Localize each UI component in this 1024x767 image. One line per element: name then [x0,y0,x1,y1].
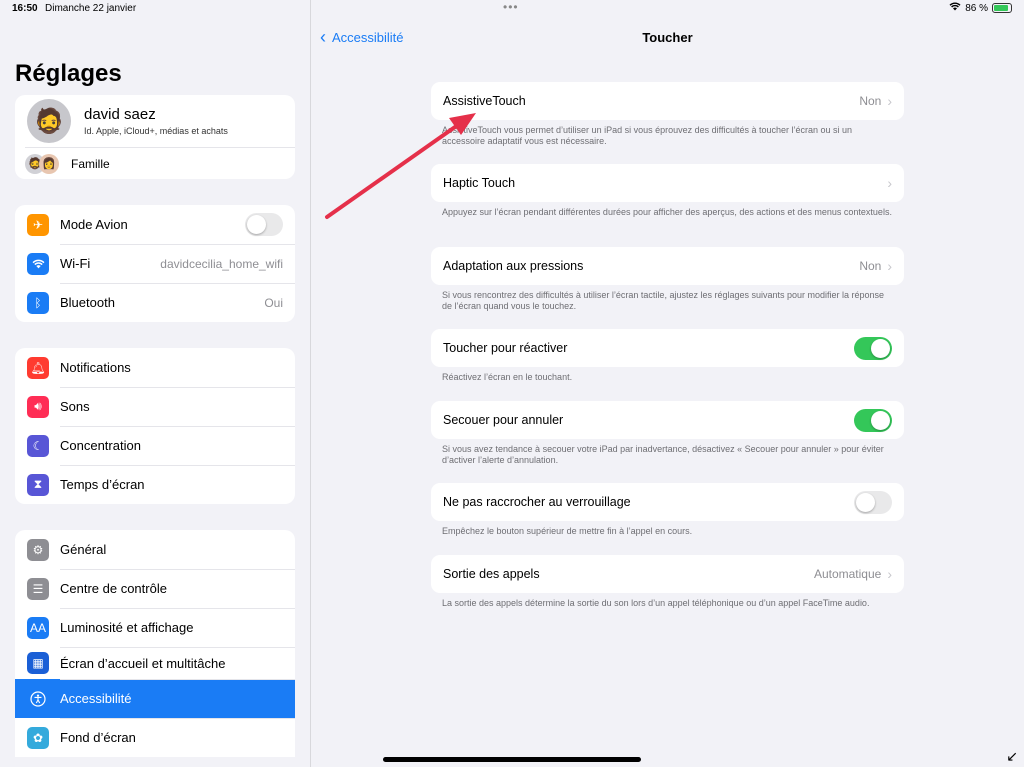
tap-to-wake-note: Réactivez l’écran en le touchant. [442,372,573,382]
shake-to-undo-toggle[interactable] [854,408,892,432]
sidebar-item-label: Notifications [60,360,131,375]
hourglass-icon: ⧗ [27,473,49,496]
sidebar-item-accessibility[interactable]: Accessibilité [15,679,295,718]
sidebar-item-label: Temps d’écran [60,477,145,492]
grid-icon: ▦ [27,652,49,674]
flower-icon: ✿ [27,726,49,749]
sidebar-item-home-screen[interactable]: ▦ Écran d’accueil et multitâche [15,647,295,679]
chevron-right-icon: › [887,566,892,582]
shake-to-undo-row: Secouer pour annuler [431,401,904,439]
wifi-icon [27,252,49,275]
text-size-icon: AA [27,616,49,639]
page-curl-icon: ↙ [1006,748,1018,764]
sidebar-item-label: Fond d’écran [60,730,136,745]
family-avatar: 👩 [39,153,59,174]
cell-label: AssistiveTouch [443,94,526,108]
tap-to-wake-toggle[interactable] [854,336,892,360]
page-title: Toucher [642,30,693,45]
wifi-status-icon [949,2,961,14]
connectivity-group: ✈ Mode Avion Wi-Fi davidcecilia_home_wif… [15,205,295,322]
chevron-right-icon: › [887,175,892,191]
bluetooth-icon: ᛒ [27,291,49,314]
prevent-lock-end-call-toggle[interactable] [854,490,892,514]
sidebar-item-wallpaper[interactable]: ✿ Fond d’écran [15,718,295,757]
general-group: ⚙ Général ☰ Centre de contrôle AA Lumino… [15,530,295,757]
touch-accommodations-note: Si vous rencontrez des difficultés à uti… [442,290,885,311]
cell-label: Adaptation aux pressions [443,259,584,273]
prevent-lock-end-call-note: Empêchez le bouton supérieur de mettre f… [442,526,693,536]
gear-icon: ⚙ [27,538,49,561]
cell-label: Haptic Touch [443,176,516,190]
bluetooth-value: Oui [264,295,283,310]
cell-label: Secouer pour annuler [443,413,564,427]
sidebar-item-display[interactable]: AA Luminosité et affichage [15,608,295,647]
notifications-group: 🔔︎ Notifications 🔊︎ Sons ☾ Concentration… [15,348,295,504]
battery-percent: 86 % [965,2,988,14]
sidebar-item-label: Général [60,542,107,557]
home-indicator[interactable] [383,757,641,762]
haptic-touch-row[interactable]: Haptic Touch › [431,164,904,202]
status-date: Dimanche 22 janvier [45,3,137,14]
status-bar: 16:50 Dimanche 22 janvier ••• 86 % [0,0,1024,18]
assistivetouch-note: AssistiveTouch vous permet d’utiliser un… [442,125,853,146]
sidebar-item-screen-time[interactable]: ⧗ Temps d’écran [15,465,295,504]
apple-id-row[interactable]: 🧔 david saez Id. Apple, iCloud+, médias … [15,95,295,147]
profile-subtitle: Id. Apple, iCloud+, médias et achats [84,126,228,136]
sidebar: Réglages 🧔 david saez Id. Apple, iCloud+… [0,0,311,767]
airplane-mode-toggle[interactable] [245,213,283,236]
cell-label: Sortie des appels [443,567,540,581]
sidebar-item-label: Centre de contrôle [60,581,167,596]
airplane-icon: ✈ [27,213,49,236]
sidebar-item-wifi[interactable]: Wi-Fi davidcecilia_home_wifi [15,244,295,283]
family-label: Famille [71,156,110,171]
cell-label: Toucher pour réactiver [443,341,568,355]
assistivetouch-row[interactable]: AssistiveTouch Non › [431,82,904,120]
battery-fill [994,5,1008,11]
haptic-touch-note: Appuyez sur l’écran pendant différentes … [442,207,892,217]
sidebar-item-airplane[interactable]: ✈ Mode Avion [15,205,295,244]
prevent-lock-end-call-row: Ne pas raccrocher au verrouillage [431,483,904,521]
cell-value: Non [859,94,882,108]
touch-accommodations-row[interactable]: Adaptation aux pressions Non › [431,247,904,285]
accessibility-icon [27,687,49,710]
chevron-right-icon: › [887,93,892,109]
sidebar-item-sounds[interactable]: 🔊︎ Sons [15,387,295,426]
family-row[interactable]: 🧔 👩 Famille [25,147,295,179]
sidebar-item-bluetooth[interactable]: ᛒ Bluetooth Oui [15,283,295,322]
chevron-right-icon: › [887,258,892,274]
avatar: 🧔 [27,99,71,143]
cell-label: Ne pas raccrocher au verrouillage [443,495,631,509]
tap-to-wake-row: Toucher pour réactiver [431,329,904,367]
profile-name: david saez [84,106,156,123]
wifi-network-value: davidcecilia_home_wifi [160,256,283,271]
sidebar-item-general[interactable]: ⚙ Général [15,530,295,569]
sidebar-item-label: Accessibilité [60,691,132,706]
sidebar-item-label: Wi-Fi [60,256,91,271]
cell-value: Non [859,259,882,273]
sidebar-item-label: Mode Avion [60,217,128,232]
sidebar-item-label: Luminosité et affichage [60,620,194,635]
sidebar-item-label: Concentration [60,438,141,453]
status-time: 16:50 [12,3,38,14]
sidebar-item-label: Bluetooth [60,295,115,310]
sidebar-item-label: Écran d’accueil et multitâche [60,655,226,671]
call-audio-routing-note: La sortie des appels détermine la sortie… [442,598,870,608]
profile-card[interactable]: 🧔 david saez Id. Apple, iCloud+, médias … [15,95,295,179]
detail-pane: ‹ Accessibilité Toucher AssistiveTouch N… [311,0,1024,767]
cell-value: Automatique [813,567,882,581]
switches-icon: ☰ [27,577,49,600]
status-right: 86 % [949,2,1012,14]
bell-icon: 🔔︎ [27,356,49,379]
sidebar-item-label: Sons [60,399,90,414]
sidebar-item-notifications[interactable]: 🔔︎ Notifications [15,348,295,387]
shake-to-undo-note: Si vous avez tendance à secouer votre iP… [442,444,884,465]
speaker-icon: 🔊︎ [27,395,49,418]
battery-icon [992,3,1012,13]
moon-icon: ☾ [27,434,49,457]
multitask-dots-icon[interactable]: ••• [503,0,519,14]
call-audio-routing-row[interactable]: Sortie des appels Automatique › [431,555,904,593]
sidebar-item-control-center[interactable]: ☰ Centre de contrôle [15,569,295,608]
sidebar-item-focus[interactable]: ☾ Concentration [15,426,295,465]
sidebar-title: Réglages [15,60,122,87]
